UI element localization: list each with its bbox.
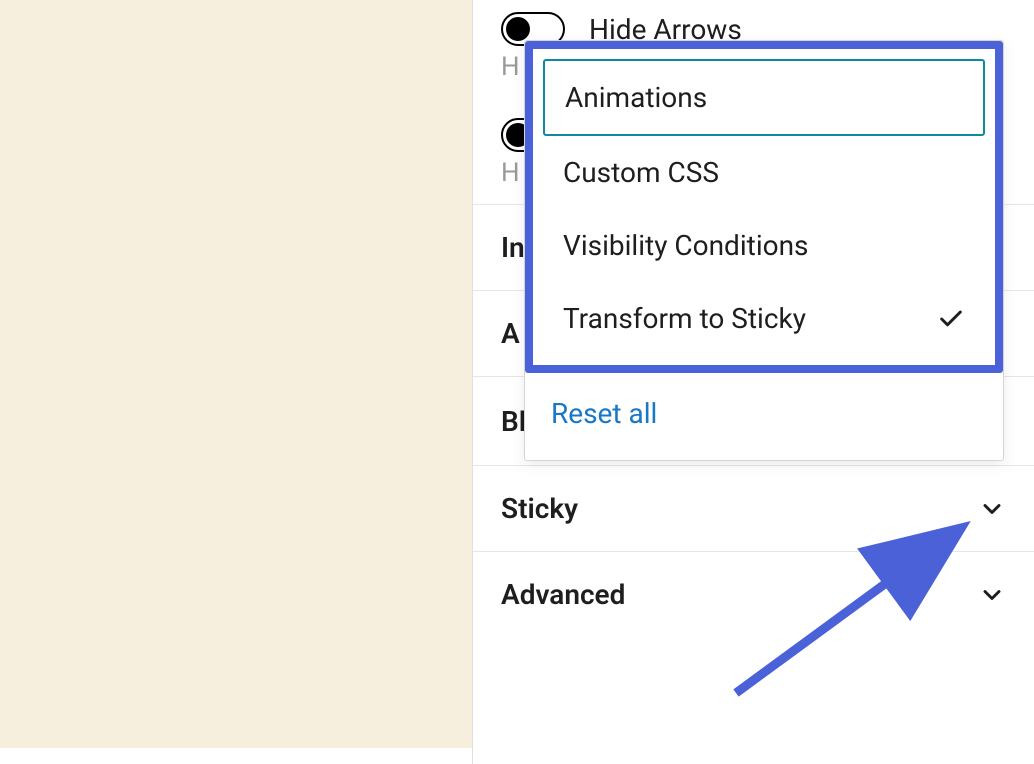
dropdown-item-animations-label: Animations: [565, 81, 707, 114]
checkmark-icon: [937, 305, 965, 333]
dropdown-item-visibility-label: Visibility Conditions: [563, 229, 809, 262]
panel-advanced-label: Advanced: [501, 578, 625, 611]
toggle-knob: [506, 17, 530, 41]
panel-in-label: In: [501, 231, 525, 264]
panel-advanced[interactable]: Advanced: [473, 551, 1034, 637]
block-tools-dropdown: Animations Custom CSS Visibility Conditi…: [524, 40, 1004, 461]
dropdown-item-custom-css[interactable]: Custom CSS: [543, 136, 985, 209]
chevron-down-icon: [978, 495, 1006, 523]
editor-canvas: [0, 0, 472, 748]
chevron-down-icon: [978, 581, 1006, 609]
dropdown-item-animations[interactable]: Animations: [543, 59, 985, 136]
dropdown-item-custom-css-label: Custom CSS: [563, 156, 719, 189]
dropdown-reset-section: Reset all: [525, 373, 1003, 460]
panel-a-label: A: [501, 317, 520, 350]
reset-all-link[interactable]: Reset all: [551, 397, 657, 430]
panel-sticky[interactable]: Sticky: [473, 465, 1034, 551]
dropdown-item-transform-sticky[interactable]: Transform to Sticky: [543, 282, 985, 355]
dropdown-item-transform-sticky-label: Transform to Sticky: [563, 302, 806, 335]
dropdown-highlight-group: Animations Custom CSS Visibility Conditi…: [525, 41, 1003, 373]
panel-sticky-label: Sticky: [501, 492, 578, 525]
dropdown-item-visibility[interactable]: Visibility Conditions: [543, 209, 985, 282]
